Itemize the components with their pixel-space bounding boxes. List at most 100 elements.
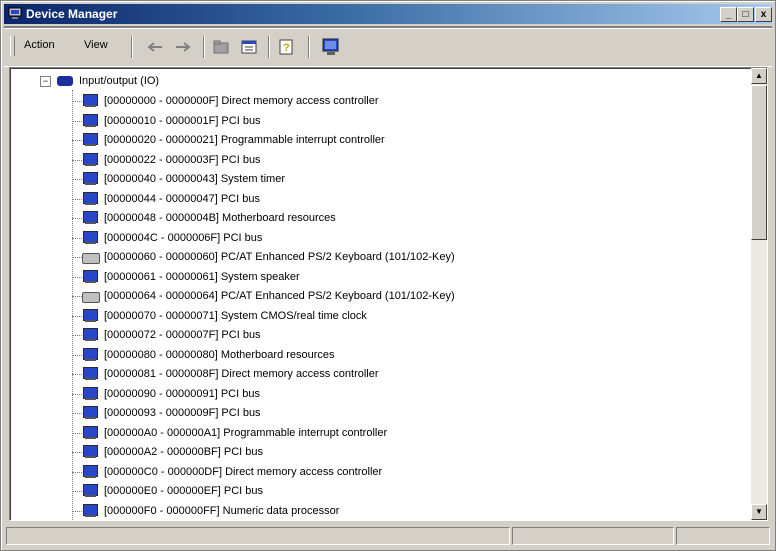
- tree-connector-line: [72, 335, 82, 336]
- menu-view[interactable]: View: [84, 39, 108, 51]
- tree-connector-line: [72, 452, 82, 453]
- window-title: Device Manager: [26, 7, 118, 21]
- tree-row[interactable]: [00000044 - 00000047] PCI bus: [82, 190, 260, 208]
- monitor-chip-icon: [82, 386, 98, 401]
- tree-row[interactable]: [00000080 - 00000080] Motherboard resour…: [82, 346, 335, 364]
- device-manager-window: Device Manager _ □ x Action View ? − Inp…: [0, 0, 776, 551]
- tree-row[interactable]: [0000004C - 0000006F] PCI bus: [82, 229, 262, 247]
- toolbar-separator: [131, 36, 133, 58]
- status-bar: [4, 525, 772, 547]
- svg-text:?: ?: [283, 42, 290, 54]
- scroll-up-button[interactable]: ▲: [751, 68, 767, 84]
- keyboard-icon: [82, 250, 100, 264]
- tree-connector-line: [72, 374, 82, 375]
- properties-icon[interactable]: [240, 38, 258, 56]
- tree-row-label: [00000070 - 00000071] System CMOS/real t…: [104, 309, 367, 322]
- tree-connector-line: [72, 354, 82, 356]
- minimize-button[interactable]: _: [720, 7, 737, 22]
- toolbar-separator: [268, 36, 270, 58]
- monitor-chip-icon: [82, 464, 98, 479]
- tree-row[interactable]: [00000000 - 0000000F] Direct memory acce…: [82, 92, 379, 110]
- tree-connector-line: [72, 198, 82, 200]
- tree-connector-line: [72, 315, 82, 317]
- monitor-chip-icon: [82, 191, 98, 206]
- tree-row-label: [00000020 - 00000021] Programmable inter…: [104, 134, 385, 146]
- monitor-chip-icon: [82, 269, 98, 284]
- tree-connector-line: [72, 218, 82, 219]
- up-folder-icon[interactable]: [212, 38, 230, 56]
- tree-row[interactable]: [00000048 - 0000004B] Motherboard resour…: [82, 209, 336, 227]
- monitor-chip-icon: [82, 94, 98, 108]
- tree-row-label: [00000080 - 00000080] Motherboard resour…: [104, 348, 335, 361]
- tree-row-label: [000000C0 - 000000DF] Direct memory acce…: [104, 465, 383, 478]
- tree-row-label: [00000044 - 00000047] PCI bus: [104, 192, 260, 205]
- status-pane-tertiary: [676, 527, 770, 545]
- monitor-chip-icon: [82, 406, 98, 420]
- scroll-thumb[interactable]: [751, 85, 767, 240]
- tree-row[interactable]: [00000061 - 00000061] System speaker: [82, 268, 300, 286]
- tree-row[interactable]: [000000A2 - 000000BF] PCI bus: [82, 443, 263, 461]
- tree-row[interactable]: [00000093 - 0000009F] PCI bus: [82, 404, 261, 422]
- tree-row[interactable]: [00000022 - 0000003F] PCI bus: [82, 151, 261, 169]
- menu-action[interactable]: Action: [24, 39, 55, 51]
- keyboard-icon: [82, 289, 100, 303]
- tree-row[interactable]: [00000020 - 00000021] Programmable inter…: [82, 131, 385, 149]
- scroll-down-button[interactable]: ▼: [751, 504, 767, 520]
- tree-row-label: [000000A0 - 000000A1] Programmable inter…: [104, 426, 388, 439]
- monitor-chip-icon: [82, 328, 98, 342]
- tree-connector-line: [72, 179, 82, 180]
- tree-connector-line: [72, 276, 82, 278]
- tree-row[interactable]: [00000081 - 0000008F] Direct memory acce…: [82, 365, 379, 383]
- vertical-scrollbar[interactable]: ▲ ▼: [751, 68, 767, 520]
- tree-connector-line: [72, 471, 82, 473]
- tree-connector-line: [72, 120, 82, 122]
- tree-row[interactable]: [000000F0 - 000000FF] Numeric data proce…: [82, 502, 339, 520]
- tree-row[interactable]: [00000072 - 0000007F] PCI bus: [82, 326, 261, 344]
- tree-connector-line: [72, 237, 82, 239]
- title-bar[interactable]: Device Manager _ □ x: [4, 4, 772, 24]
- back-arrow-icon[interactable]: [146, 38, 164, 56]
- monitor-chip-icon: [82, 113, 98, 128]
- tree-row[interactable]: [00000070 - 00000071] System CMOS/real t…: [82, 307, 367, 325]
- toolbar-separator: [308, 36, 310, 58]
- tree-connector-line: [72, 101, 82, 102]
- close-button[interactable]: x: [755, 7, 772, 22]
- monitor-chip-icon: [82, 425, 98, 440]
- tree-row[interactable]: [00000090 - 00000091] PCI bus: [82, 385, 260, 403]
- monitor-chip-icon: [82, 347, 98, 362]
- monitor-chip-icon: [82, 172, 98, 186]
- maximize-button[interactable]: □: [737, 7, 754, 22]
- tree-row-label: [0000004C - 0000006F] PCI bus: [104, 231, 263, 244]
- monitor-chip-icon: [82, 445, 98, 459]
- forward-arrow-icon[interactable]: [174, 38, 192, 56]
- monitor-chip-icon: [82, 152, 98, 167]
- tree-row[interactable]: [00000010 - 0000001F] PCI bus: [82, 112, 261, 130]
- tree-row[interactable]: [000000E0 - 000000EF] PCI bus: [82, 482, 263, 500]
- monitor-chip-icon: [82, 367, 98, 381]
- tree-row-label: [00000010 - 0000001F] PCI bus: [104, 114, 261, 127]
- tree-row-label: [000000E0 - 000000EF] PCI bus: [104, 485, 263, 497]
- tree-connector-line: [72, 491, 82, 492]
- status-pane-main: [6, 527, 510, 545]
- monitor-chip-icon: [82, 211, 98, 225]
- collapse-icon[interactable]: −: [40, 75, 51, 87]
- monitor-chip-icon: [82, 484, 98, 498]
- tree-connector-line: [72, 432, 82, 434]
- tree-row-label: [000000F0 - 000000FF] Numeric data proce…: [104, 504, 340, 517]
- tree-row-label: [00000022 - 0000003F] PCI bus: [104, 153, 261, 166]
- tree-row[interactable]: [000000C0 - 000000DF] Direct memory acce…: [82, 463, 382, 481]
- scan-hardware-icon[interactable]: [322, 38, 340, 56]
- tree-connector-line: [72, 393, 82, 395]
- io-category-icon: [57, 76, 73, 86]
- tree-root-io[interactable]: − Input/output (IO): [40, 72, 159, 90]
- tree-row[interactable]: [000000A0 - 000000A1] Programmable inter…: [82, 424, 387, 442]
- device-tree: − Input/output (IO) [00000000 - 0000000F…: [10, 68, 749, 520]
- monitor-chip-icon: [82, 308, 98, 323]
- tree-row[interactable]: [00000064 - 00000064] PC/AT Enhanced PS/…: [82, 287, 455, 305]
- monitor-chip-icon: [82, 230, 98, 245]
- tree-row[interactable]: [00000060 - 00000060] PC/AT Enhanced PS/…: [82, 248, 455, 266]
- help-icon[interactable]: ?: [278, 38, 296, 56]
- tree-row[interactable]: [00000040 - 00000043] System timer: [82, 170, 285, 188]
- tree-row-label: [00000081 - 0000008F] Direct memory acce…: [104, 368, 379, 380]
- tree-root-label: Input/output (IO): [79, 75, 160, 87]
